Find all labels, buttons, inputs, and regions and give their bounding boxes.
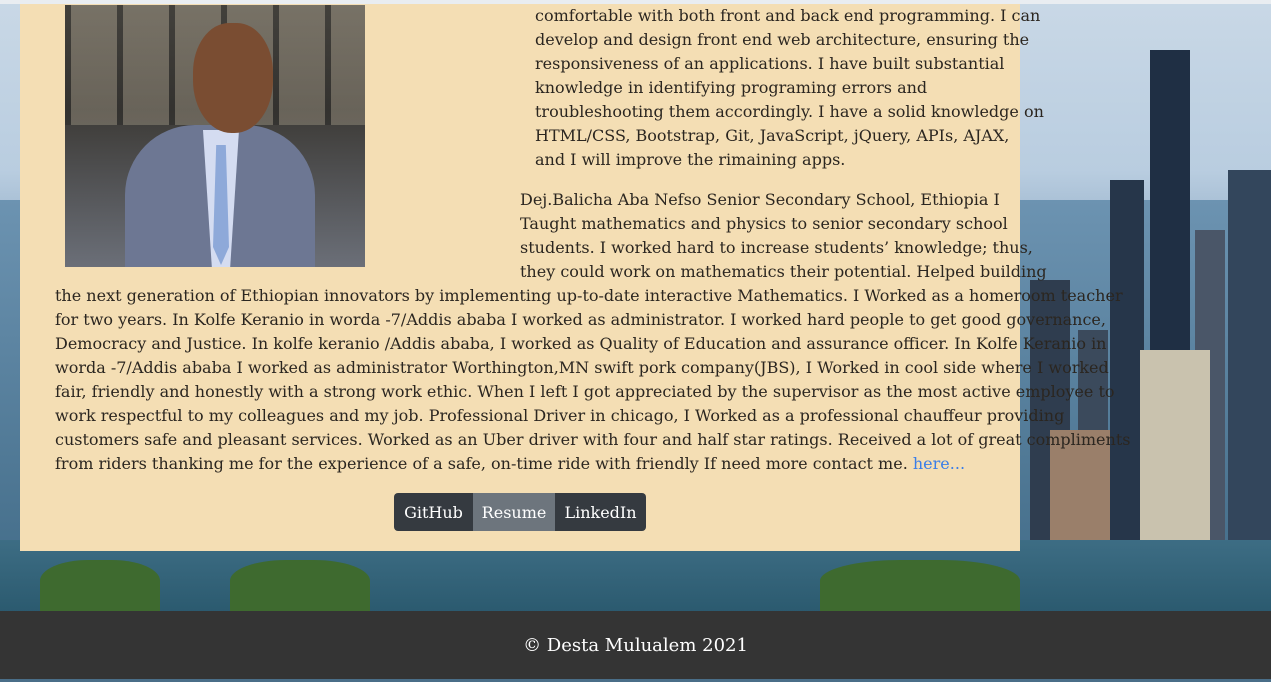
trees — [40, 560, 160, 612]
bio-line: Taught mathematics and physics to senior… — [520, 214, 1008, 233]
bio-paragraph-experience-continued: the next generation of Ethiopian innovat… — [55, 284, 1131, 476]
bio-line: they could work on mathematics their pot… — [520, 262, 1047, 281]
resume-button[interactable]: Resume — [473, 493, 555, 531]
bio-line: comfortable with both front and back end… — [535, 6, 1041, 25]
footer-copyright: © Desta Mulualem 2021 — [523, 634, 748, 656]
bio-line: customers safe and pleasant services. Wo… — [55, 430, 1131, 449]
trees — [230, 560, 370, 612]
profile-photo — [65, 5, 365, 267]
bio-line: work respectful to my colleagues and my … — [55, 406, 1065, 425]
bio-paragraph-experience: Dej.Balicha Aba Nefso Senior Secondary S… — [520, 188, 1047, 284]
bio-line: fair, friendly and honestly with a stron… — [55, 382, 1115, 401]
bio-line: worda -7/Addis ababa I worked as adminis… — [55, 358, 1109, 377]
bio-line-text: from riders thanking me for the experien… — [55, 454, 913, 473]
bio-line: troubleshooting them accordingly. I have… — [535, 102, 1044, 121]
bio-line: students. I worked hard to increase stud… — [520, 238, 1033, 257]
bio-line: Democracy and Justice. In kolfe keranio … — [55, 334, 1107, 353]
github-button[interactable]: GitHub — [394, 493, 473, 531]
trees — [820, 560, 1020, 612]
bio-line: Dej.Balicha Aba Nefso Senior Secondary S… — [520, 190, 1000, 209]
about-card: comfortable with both front and back end… — [20, 4, 1131, 551]
bio-line: develop and design front end web archite… — [535, 30, 1030, 49]
bio-line: knowledge in identifying programing erro… — [535, 78, 928, 97]
photo-head — [193, 23, 273, 133]
bio-paragraph-skills: comfortable with both front and back end… — [535, 4, 1044, 172]
linkedin-button[interactable]: LinkedIn — [555, 493, 646, 531]
bio-line: the next generation of Ethiopian innovat… — [55, 286, 1123, 305]
bio-last-line: from riders thanking me for the experien… — [55, 452, 995, 476]
bio-line: responsiveness of an applications. I hav… — [535, 54, 1005, 73]
footer: © Desta Mulualem 2021 — [0, 611, 1271, 679]
profile-links-button-group: GitHub Resume LinkedIn — [394, 493, 646, 531]
contact-link[interactable]: here... — [913, 454, 965, 473]
bio-line: HTML/CSS, Bootstrap, Git, JavaScript, jQ… — [535, 126, 1010, 145]
bio-line: and I will improve the rimaining apps. — [535, 150, 846, 169]
bio-line: for two years. In Kolfe Keranio in worda… — [55, 310, 1106, 329]
